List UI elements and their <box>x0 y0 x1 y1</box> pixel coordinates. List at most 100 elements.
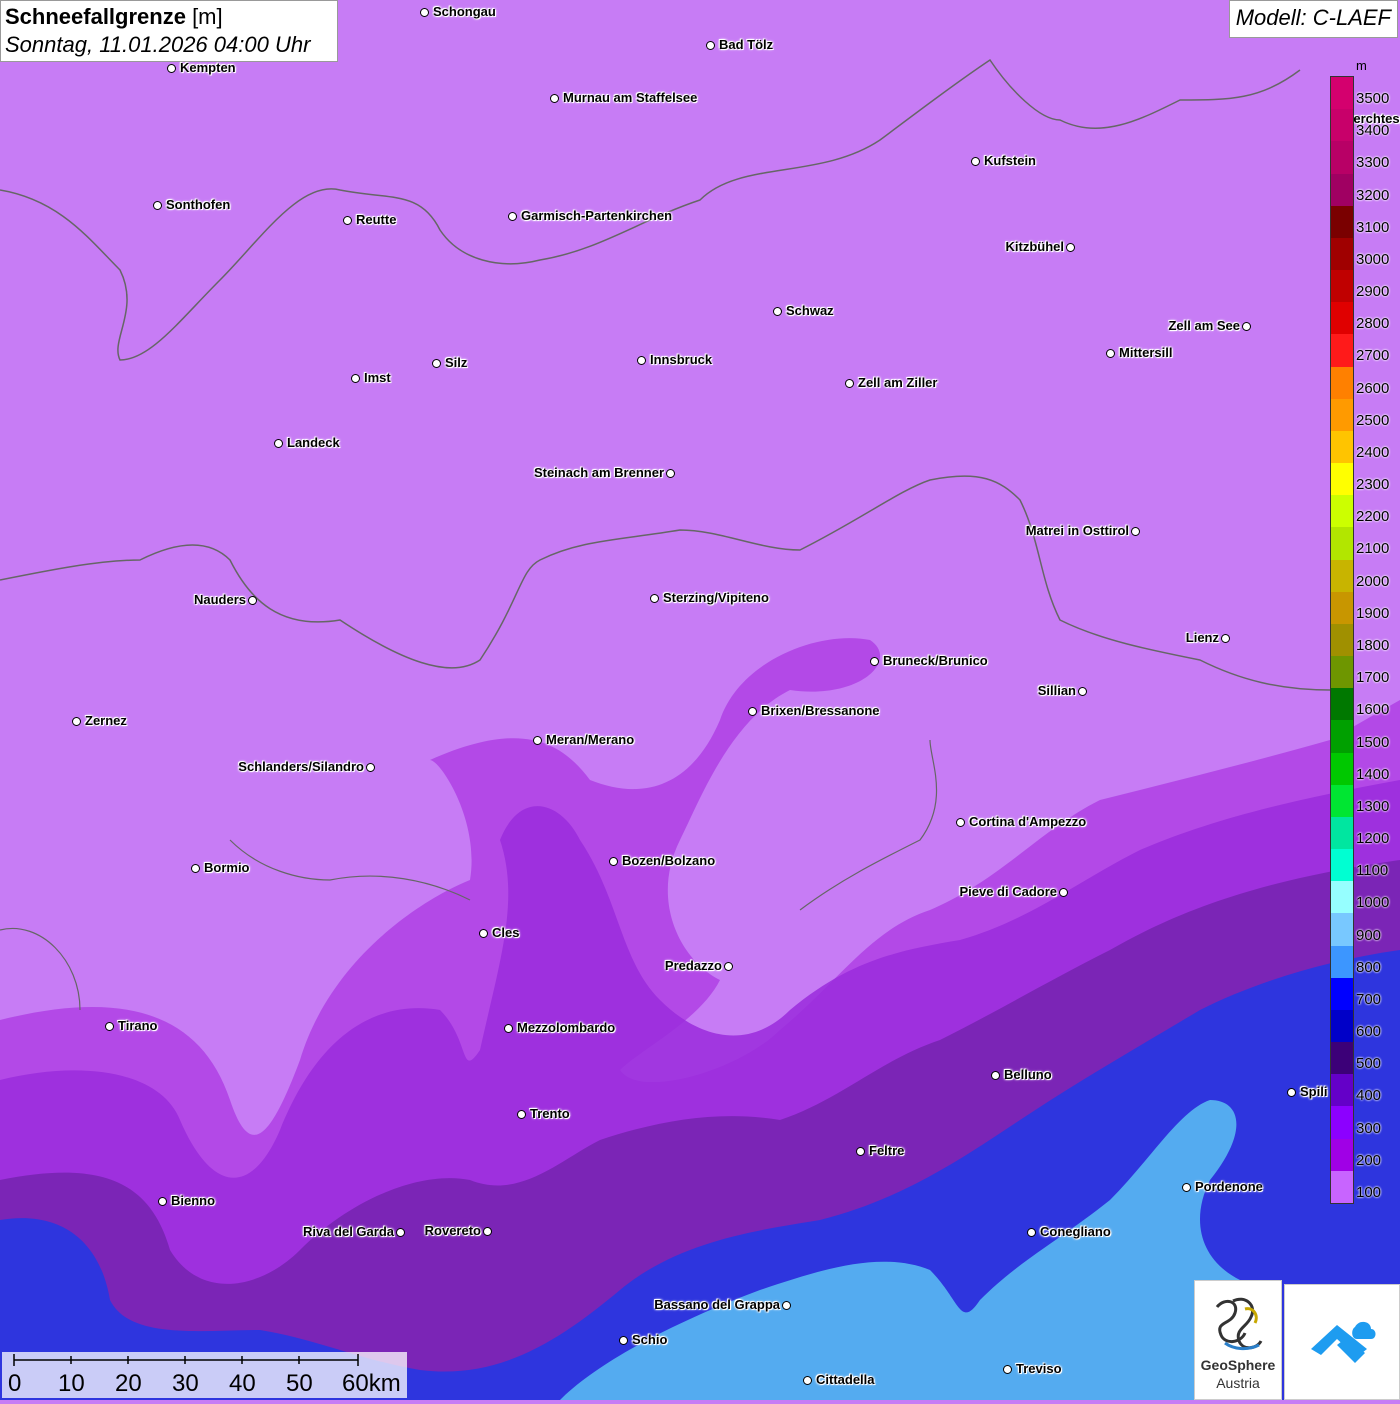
city-label-reutte: Reutte <box>356 212 397 227</box>
city-marker-trento[interactable] <box>517 1110 526 1119</box>
city-label-pieve-di-cadore: Pieve di Cadore <box>959 884 1057 899</box>
legend-color-2900 <box>1331 270 1353 303</box>
legend-label-1800: 1800 <box>1356 637 1390 654</box>
legend-color-1900 <box>1331 591 1353 625</box>
city-label-pordenone: Pordenone <box>1195 1179 1263 1194</box>
city-label-spili: Spili <box>1300 1084 1328 1099</box>
city-marker-sterzing-vipiteno[interactable] <box>650 594 659 603</box>
city-marker-sonthofen[interactable] <box>153 201 162 210</box>
legend-label-2300: 2300 <box>1356 476 1390 494</box>
legend-color-3100 <box>1331 205 1353 239</box>
city-label-bozen-bolzano: Bozen/Bolzano <box>622 853 716 868</box>
city-marker-lienz[interactable] <box>1221 634 1230 643</box>
city-marker-zell-am-ziller[interactable] <box>845 379 854 388</box>
legend-color-3400 <box>1331 109 1353 142</box>
legend-color-300 <box>1331 1106 1353 1140</box>
city-marker-kitzb-hel[interactable] <box>1066 243 1075 252</box>
city-marker-kufstein[interactable] <box>971 157 980 166</box>
city-marker-bienno[interactable] <box>158 1197 167 1206</box>
legend-label-2500: 2500 <box>1356 411 1390 429</box>
city-label-predazzo: Predazzo <box>664 958 722 973</box>
city-label-garmisch-partenkirchen: Garmisch-Partenkirchen <box>521 208 673 223</box>
city-marker-kempten[interactable] <box>167 64 176 73</box>
legend-label-1700: 1700 <box>1356 669 1390 687</box>
city-marker-murnau-am-staffelsee[interactable] <box>550 94 559 103</box>
city-marker-imst[interactable] <box>351 374 360 383</box>
legend-color-900 <box>1331 913 1353 947</box>
scale-tick-10: 10 <box>58 1370 85 1397</box>
legend-color-2200 <box>1331 495 1353 528</box>
city-marker-bozen-bolzano[interactable] <box>609 857 618 866</box>
geosphere-swirl-icon <box>1215 1297 1263 1351</box>
city-marker-zell-am-see[interactable] <box>1242 322 1251 331</box>
city-marker-landeck[interactable] <box>274 439 283 448</box>
city-label-tirano: Tirano <box>118 1018 158 1033</box>
legend-label-1000: 1000 <box>1356 894 1390 912</box>
city-label-feltre: Feltre <box>869 1143 905 1158</box>
city-marker-nauders[interactable] <box>248 596 257 605</box>
scale-tick-50: 50 <box>286 1370 313 1397</box>
city-marker-bormio[interactable] <box>191 864 200 873</box>
legend-color-1500 <box>1331 720 1353 754</box>
mountain-cloud-icon <box>1311 1321 1376 1363</box>
app-logo[interactable] <box>1284 1284 1400 1400</box>
city-marker-mezzolombardo[interactable] <box>504 1024 513 1033</box>
city-label-mezzolombardo: Mezzolombardo <box>517 1020 616 1035</box>
city-marker-rovereto[interactable] <box>483 1227 492 1236</box>
geosphere-name: GeoSphere <box>1200 1357 1276 1373</box>
city-marker-reutte[interactable] <box>343 216 352 225</box>
city-label-innsbruck: Innsbruck <box>650 352 713 367</box>
city-marker-predazzo[interactable] <box>724 962 733 971</box>
city-marker-cortina-d-ampezzo[interactable] <box>956 818 965 827</box>
legend-color-200 <box>1331 1138 1353 1172</box>
city-marker-schongau[interactable] <box>420 8 429 17</box>
city-marker-garmisch-partenkirchen[interactable] <box>508 212 517 221</box>
city-label-cittadella: Cittadella <box>816 1372 875 1387</box>
city-marker-brixen-bressanone[interactable] <box>748 707 757 716</box>
city-marker-sillian[interactable] <box>1078 687 1087 696</box>
city-label-matrei-in-osttirol: Matrei in Osttirol <box>1025 523 1129 538</box>
city-label-kitzb-hel: Kitzbühel <box>1005 239 1065 254</box>
legend-label-600: 600 <box>1356 1023 1382 1041</box>
city-marker-pordenone[interactable] <box>1182 1183 1191 1192</box>
city-marker-schwaz[interactable] <box>773 307 782 316</box>
city-marker-cittadella[interactable] <box>803 1376 812 1385</box>
legend-label-3000: 3000 <box>1356 250 1390 268</box>
city-marker-treviso[interactable] <box>1003 1365 1012 1374</box>
city-marker-schio[interactable] <box>619 1336 628 1345</box>
city-marker-meran-merano[interactable] <box>533 736 542 745</box>
city-marker-innsbruck[interactable] <box>637 356 646 365</box>
city-marker-matrei-in-osttirol[interactable] <box>1131 527 1140 536</box>
legend-color-800 <box>1331 945 1353 979</box>
legend-unit: m <box>1356 58 1367 73</box>
city-marker-tirano[interactable] <box>105 1022 114 1031</box>
legend-label-100: 100 <box>1356 1183 1382 1201</box>
city-marker-conegliano[interactable] <box>1027 1228 1036 1237</box>
city-marker-schlanders-silandro[interactable] <box>366 763 375 772</box>
legend-color-2600 <box>1331 366 1353 400</box>
city-marker-belluno[interactable] <box>991 1071 1000 1080</box>
city-label-sillian: Sillian <box>1037 683 1076 698</box>
city-marker-riva-del-garda[interactable] <box>396 1228 405 1237</box>
city-marker-bruneck-brunico[interactable] <box>870 657 879 666</box>
city-marker-spili[interactable] <box>1287 1088 1296 1097</box>
city-marker-mittersill[interactable] <box>1106 349 1115 358</box>
legend-color-2100 <box>1331 527 1353 561</box>
city-marker-bad-t-lz[interactable] <box>706 41 715 50</box>
city-marker-cles[interactable] <box>479 929 488 938</box>
legend-label-2100: 2100 <box>1356 540 1390 558</box>
city-marker-pieve-di-cadore[interactable] <box>1059 888 1068 897</box>
city-marker-bassano-del-grappa[interactable] <box>782 1301 791 1310</box>
city-marker-steinach-am-brenner[interactable] <box>666 469 675 478</box>
city-label-treviso: Treviso <box>1016 1361 1062 1376</box>
city-marker-zernez[interactable] <box>72 717 81 726</box>
city-label-sonthofen: Sonthofen <box>166 197 231 212</box>
legend-color-1000 <box>1331 881 1353 914</box>
city-marker-feltre[interactable] <box>856 1147 865 1156</box>
city-marker-silz[interactable] <box>432 359 441 368</box>
legend-label-200: 200 <box>1356 1151 1382 1169</box>
geosphere-logo[interactable]: GeoSphere Austria <box>1194 1280 1282 1400</box>
legend-label-1100: 1100 <box>1356 862 1389 880</box>
legend-label-800: 800 <box>1356 958 1382 976</box>
legend-label-3400: 3400 <box>1356 122 1390 140</box>
